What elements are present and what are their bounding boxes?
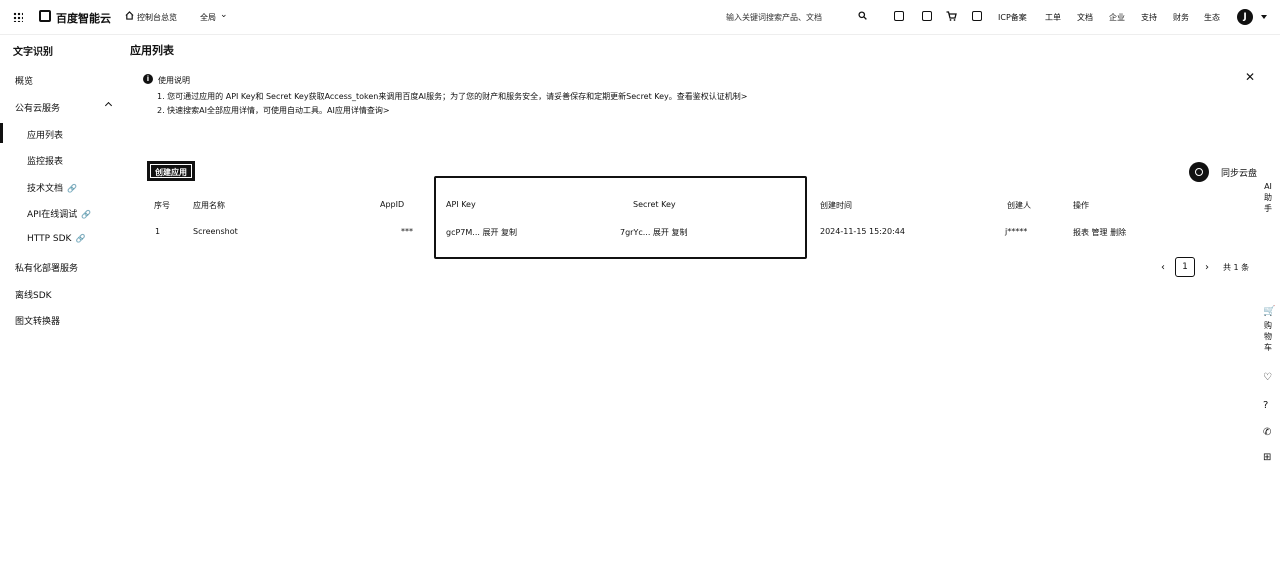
topbar-link-support[interactable]: 支持 bbox=[1141, 12, 1157, 23]
home-icon[interactable] bbox=[125, 11, 134, 20]
search-icon[interactable] bbox=[858, 11, 867, 20]
top-bar: 百度智能云 控制台总览 全局 ⌄ 输入关键词搜索产品、文档 ICP备案 工单 文… bbox=[0, 0, 1280, 35]
pager-next-icon[interactable]: › bbox=[1205, 262, 1209, 273]
ai-assistant-button[interactable]: AI助手 bbox=[1261, 181, 1275, 221]
message-icon[interactable] bbox=[922, 11, 932, 21]
sidebar-item-image-converter[interactable]: 图文转换器 bbox=[15, 314, 60, 327]
cart-button[interactable]: 购物车 bbox=[1261, 320, 1275, 353]
topbar-link-finance[interactable]: 财务 bbox=[1173, 12, 1189, 23]
sidebar-item-private-deploy[interactable]: 私有化部署服务 bbox=[15, 261, 78, 274]
page-title: 应用列表 bbox=[130, 44, 174, 57]
sidebar-active-indicator bbox=[0, 123, 3, 143]
row-creator: j***** bbox=[1005, 227, 1028, 236]
logo-text[interactable]: 百度智能云 bbox=[56, 10, 111, 26]
sidebar-item-app-list[interactable]: 应用列表 bbox=[27, 128, 63, 141]
sidebar-item-monitoring[interactable]: 监控报表 bbox=[27, 154, 63, 167]
logo-icon[interactable] bbox=[39, 10, 51, 22]
row-actions[interactable]: 报表 管理 删除 bbox=[1073, 227, 1126, 238]
search-input[interactable]: 输入关键词搜索产品、文档 bbox=[726, 12, 822, 23]
sidebar-item-label: API在线调试 bbox=[27, 210, 78, 220]
sidebar-item-public-cloud[interactable]: 公有云服务 bbox=[15, 101, 60, 114]
column-header-created-time: 创建时间 bbox=[820, 201, 852, 210]
topbar-link-ticket[interactable]: 工单 bbox=[1045, 12, 1061, 23]
sidebar-item-api-debug[interactable]: API在线调试 🔗 bbox=[27, 207, 91, 220]
row-appid: *** bbox=[401, 227, 413, 236]
key-highlight-box bbox=[434, 176, 807, 259]
console-overview-link[interactable]: 控制台总览 bbox=[137, 12, 177, 23]
sidebar-item-label: HTTP SDK bbox=[27, 234, 72, 244]
external-link-icon: 🔗 bbox=[75, 234, 86, 243]
cloud-sync-label[interactable]: 同步云盘 bbox=[1221, 166, 1257, 179]
notice-title: 使用说明 bbox=[158, 76, 190, 85]
cloud-sync-icon[interactable] bbox=[1189, 162, 1209, 182]
heart-icon[interactable]: ♡ bbox=[1263, 372, 1272, 383]
create-app-button[interactable]: 创建应用 bbox=[147, 161, 195, 181]
row-index: 1 bbox=[155, 227, 161, 236]
ai-assistant-label: AI助手 bbox=[1264, 182, 1272, 213]
notice-line: 2. 快速搜索AI全部应用详情，可使用自动工具。AI应用详情查询> bbox=[157, 106, 390, 115]
close-icon[interactable]: ✕ bbox=[1245, 70, 1255, 84]
column-header-actions: 操作 bbox=[1073, 201, 1089, 210]
topbar-link-ecosystem[interactable]: 生态 bbox=[1204, 12, 1220, 23]
sidebar-item-offline-sdk[interactable]: 离线SDK bbox=[15, 288, 52, 301]
info-icon: i bbox=[143, 74, 153, 84]
caret-down-icon[interactable] bbox=[1261, 15, 1267, 19]
cart-icon[interactable]: 🛒 bbox=[1263, 306, 1275, 317]
region-selector[interactable]: 全局 bbox=[200, 12, 216, 23]
avatar[interactable]: J bbox=[1237, 9, 1253, 25]
apps-grid-icon[interactable]: ⊞ bbox=[1263, 452, 1271, 463]
column-header-appid: AppID bbox=[380, 200, 405, 209]
pager-total: 共 1 条 bbox=[1223, 263, 1250, 272]
phone-icon[interactable]: ✆ bbox=[1263, 427, 1271, 438]
column-header-name: 应用名称 bbox=[193, 201, 225, 210]
sidebar-item-label: 技术文档 bbox=[27, 184, 64, 194]
topbar-link-icp[interactable]: ICP备案 bbox=[998, 12, 1027, 23]
sidebar-item-tech-docs[interactable]: 技术文档 🔗 bbox=[27, 181, 77, 194]
help-icon[interactable]: ? bbox=[1263, 400, 1268, 411]
app-grid-icon[interactable] bbox=[13, 12, 23, 22]
pager-current-page[interactable]: 1 bbox=[1175, 257, 1195, 277]
sidebar-title: 文字识别 bbox=[13, 47, 53, 58]
column-header-index: 序号 bbox=[154, 201, 170, 210]
topbar-link-enterprise[interactable]: 企业 bbox=[1109, 12, 1125, 23]
chevron-down-icon[interactable]: ⌄ bbox=[220, 10, 228, 20]
cart-label: 购物车 bbox=[1264, 321, 1272, 352]
pager-prev-icon[interactable]: ‹ bbox=[1161, 262, 1165, 273]
sidebar-item-http-sdk[interactable]: HTTP SDK 🔗 bbox=[27, 234, 85, 244]
row-app-name: Screenshot bbox=[193, 227, 238, 236]
external-link-icon: 🔗 bbox=[81, 210, 92, 219]
column-header-creator: 创建人 bbox=[1007, 201, 1031, 210]
sidebar-item-overview[interactable]: 概览 bbox=[15, 74, 33, 87]
chevron-up-icon[interactable] bbox=[104, 101, 113, 110]
monitor-icon[interactable] bbox=[972, 11, 982, 21]
topbar-link-docs[interactable]: 文档 bbox=[1077, 12, 1093, 23]
row-created-time: 2024-11-15 15:20:44 bbox=[820, 227, 905, 236]
notice-line: 1. 您可通过应用的 API Key和 Secret Key获取Access_t… bbox=[157, 92, 748, 101]
external-link-icon: 🔗 bbox=[67, 184, 77, 193]
cart-icon[interactable] bbox=[946, 11, 957, 21]
qr-code-icon[interactable] bbox=[894, 11, 904, 21]
